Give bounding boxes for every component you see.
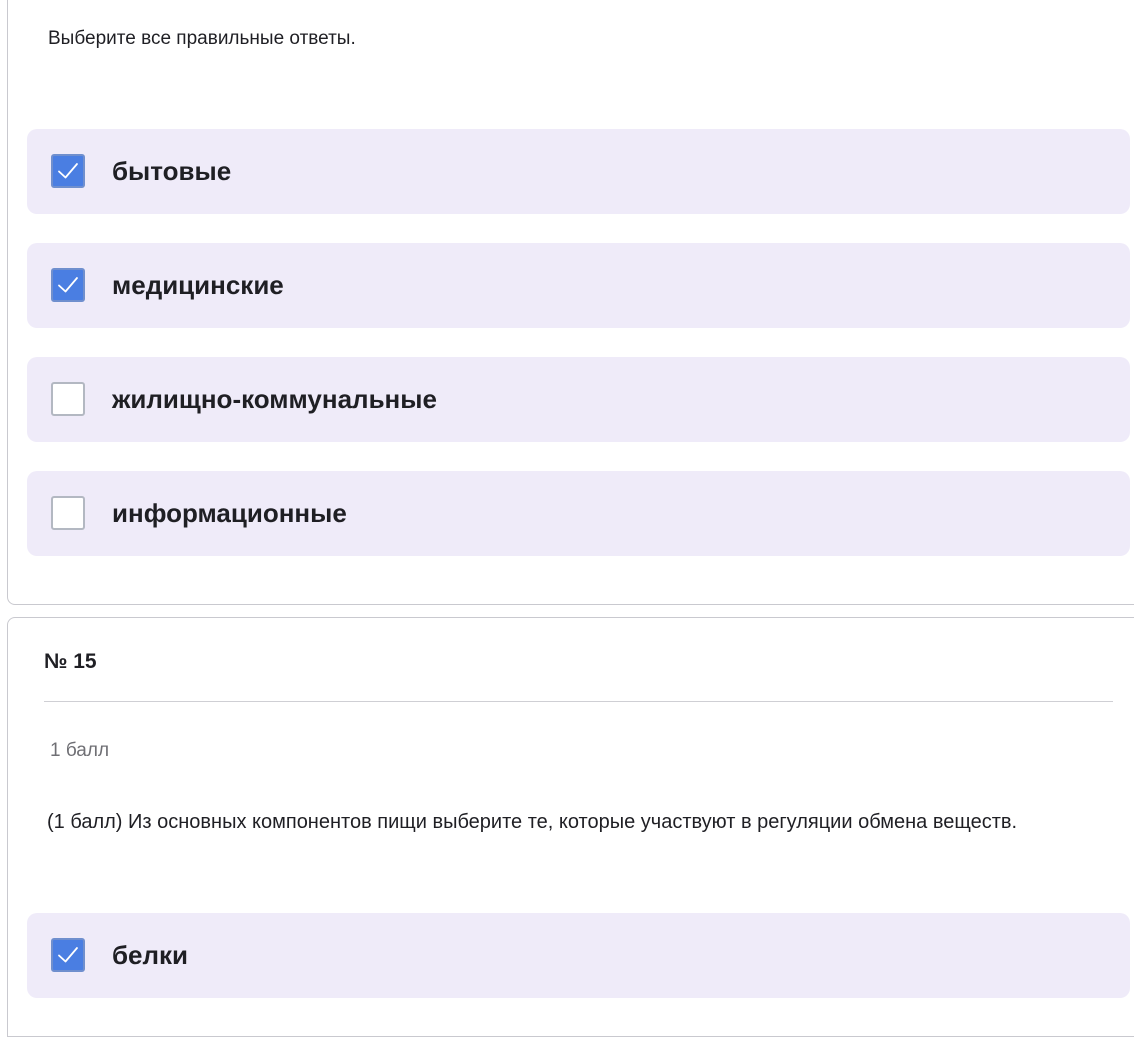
answer-option-meditsinskie[interactable]: медицинские — [27, 243, 1130, 328]
question-card-14: Выберите все правильные ответы. бытовые … — [7, 0, 1134, 605]
answer-label: белки — [112, 940, 189, 970]
checkmark-icon — [58, 163, 78, 179]
answer-checkbox[interactable] — [51, 496, 85, 530]
question-card-15: № 15 1 балл (1 балл) Из основных компоне… — [7, 617, 1134, 1037]
checkmark-icon — [58, 947, 78, 963]
answer-option-zhilishchno-kommunalnye[interactable]: жилищно-коммунальные — [27, 357, 1130, 442]
answer-checkbox[interactable] — [51, 938, 85, 972]
answer-option-bytovye[interactable]: бытовые — [27, 129, 1130, 214]
question-instruction: Выберите все правильные ответы. — [48, 28, 356, 49]
answer-option-belki[interactable]: белки — [27, 913, 1130, 998]
question-number: № 15 — [44, 650, 97, 673]
question-text: (1 балл) Из основных компонентов пищи вы… — [47, 811, 1018, 833]
answer-label: бытовые — [112, 156, 232, 186]
answer-checkbox[interactable] — [51, 382, 85, 416]
answer-checkbox[interactable] — [51, 268, 85, 302]
answer-label: медицинские — [112, 270, 284, 300]
answer-option-informatsionnye[interactable]: информационные — [27, 471, 1130, 556]
answer-label: информационные — [112, 498, 347, 528]
checkmark-icon — [58, 277, 78, 293]
question-points: 1 балл — [50, 740, 110, 761]
answer-label: жилищно-коммунальные — [112, 384, 437, 414]
answer-checkbox[interactable] — [51, 154, 85, 188]
divider — [44, 701, 1113, 702]
